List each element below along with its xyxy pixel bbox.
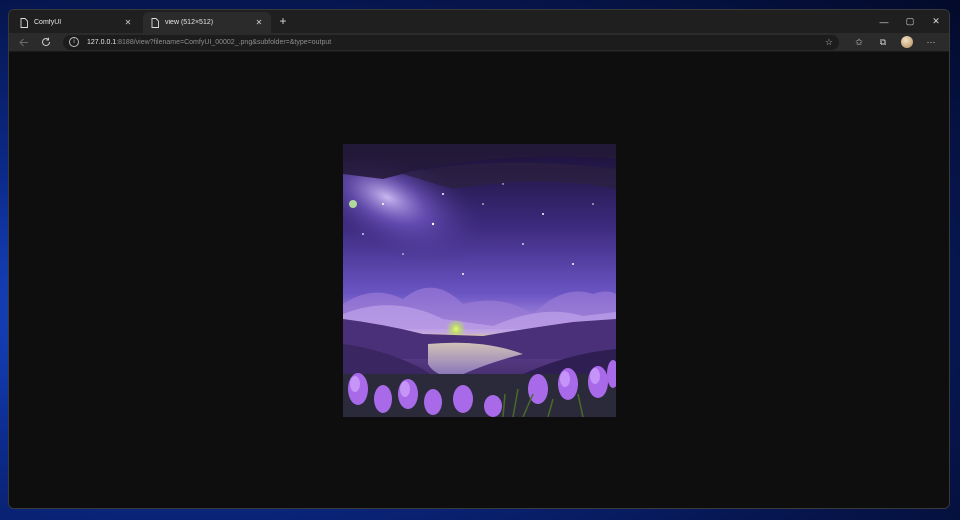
url-host: 127.0.0.1 — [87, 38, 117, 46]
toolbar-actions: ✩ ⧉ ··· — [847, 34, 943, 50]
favorites-icon[interactable]: ✩ — [847, 34, 871, 50]
landscape-image — [343, 144, 616, 417]
new-tab-button[interactable]: + — [275, 14, 291, 30]
collections-icon[interactable]: ⧉ — [871, 34, 895, 50]
info-icon[interactable]: i — [69, 37, 79, 47]
avatar[interactable] — [901, 36, 913, 48]
address-bar[interactable]: i 127.0.0.1 :8188/view?filename=ComfyUI_… — [63, 34, 839, 50]
browser-window: ComfyUI ✕ view (512×512) ✕ + — ▢ ✕ i 127… — [8, 9, 950, 509]
window-controls: — ▢ ✕ — [871, 10, 949, 33]
document-icon — [150, 17, 159, 28]
document-icon — [19, 17, 28, 28]
close-icon[interactable]: ✕ — [123, 18, 133, 27]
more-options-icon[interactable]: ··· — [919, 34, 943, 50]
refresh-button[interactable] — [37, 34, 55, 50]
tab-bar: ComfyUI ✕ view (512×512) ✕ + — ▢ ✕ — [9, 10, 949, 33]
output-image[interactable] — [343, 144, 616, 417]
tab-label: ComfyUI — [34, 19, 62, 26]
url-path: :8188/view?filename=ComfyUI_00002_.png&s… — [116, 38, 332, 46]
close-window-button[interactable]: ✕ — [923, 10, 949, 33]
tab-view-image[interactable]: view (512×512) ✕ — [143, 12, 271, 33]
tab-label: view (512×512) — [165, 19, 214, 26]
browser-toolbar: i 127.0.0.1 :8188/view?filename=ComfyUI_… — [9, 33, 949, 52]
minimize-button[interactable]: — — [871, 10, 897, 33]
page-viewport — [9, 52, 949, 508]
close-icon[interactable]: ✕ — [254, 18, 264, 27]
back-button[interactable] — [15, 34, 33, 50]
maximize-button[interactable]: ▢ — [897, 10, 923, 33]
add-favorite-icon[interactable]: ☆ — [825, 37, 833, 48]
tab-comfyui[interactable]: ComfyUI ✕ — [12, 12, 140, 33]
